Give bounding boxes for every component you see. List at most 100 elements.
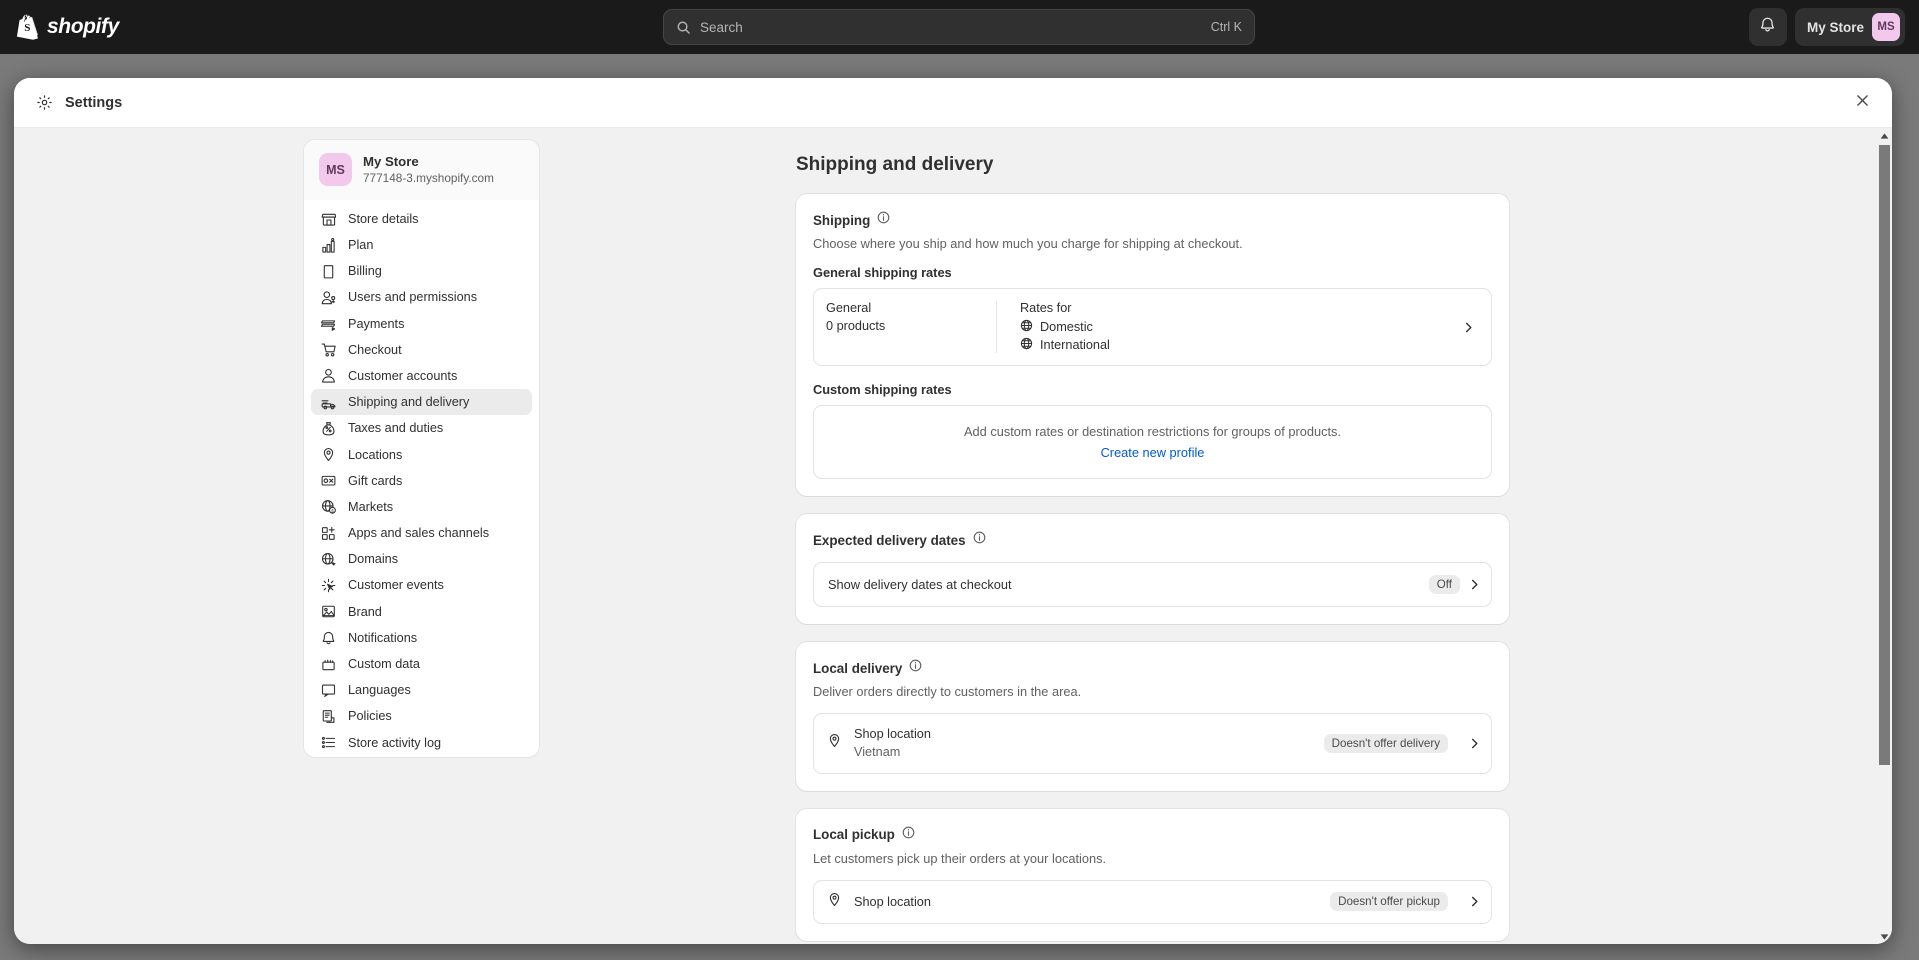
users-icon (320, 289, 337, 306)
close-icon (1856, 94, 1869, 112)
local-pickup-location-text: Shop location (854, 893, 1318, 911)
sidebar-item-locations[interactable]: Locations (311, 441, 532, 467)
main-scrollbar[interactable] (1877, 128, 1892, 944)
sidebar-item-domains[interactable]: Domains (311, 546, 532, 572)
rate-region-international: International (1020, 337, 1462, 353)
sidebar-item-label: Brand (348, 604, 382, 619)
search-box[interactable]: Search Ctrl K (663, 9, 1255, 45)
scroll-up-arrow-icon[interactable] (1877, 128, 1892, 143)
local-pickup-box: Shop location Doesn't offer pickup (813, 879, 1492, 924)
sidebar-item-taxes-and-duties[interactable]: Taxes and duties (311, 415, 532, 441)
sidebar-item-label: Notifications (348, 630, 418, 645)
info-icon[interactable] (973, 531, 986, 549)
store-menu-label: My Store (1806, 19, 1864, 35)
local-delivery-heading: Local delivery (813, 659, 1492, 677)
sidebar-item-label: Checkout (348, 342, 402, 357)
local-pickup-location-row[interactable]: Shop location Doesn't offer pickup (814, 881, 1491, 923)
sidebar-item-label: Gift cards (348, 473, 403, 488)
sidebar-item-markets[interactable]: $ Markets (311, 494, 532, 520)
rates-for-label: Rates for (1020, 301, 1072, 315)
local-pickup-title: Local pickup (813, 827, 895, 843)
chevron-right-icon[interactable] (1468, 895, 1481, 908)
globe-icon (1020, 319, 1033, 335)
chevron-right-icon[interactable] (1468, 737, 1481, 750)
local-delivery-location-row[interactable]: Shop location Vietnam Doesn't offer deli… (814, 714, 1491, 773)
show-delivery-dates-row[interactable]: Show delivery dates at checkout Off (814, 563, 1491, 606)
page-title: Settings (65, 94, 123, 111)
general-profile-products: 0 products (826, 319, 886, 333)
expected-delivery-heading: Expected delivery dates (813, 531, 1492, 549)
rate-region-label: International (1040, 338, 1110, 352)
store-name: My Store (363, 154, 419, 169)
sidebar-item-customer-events[interactable]: Customer events (311, 572, 532, 598)
expected-delivery-title: Expected delivery dates (813, 532, 966, 548)
store-menu-button[interactable]: My Store MS (1794, 8, 1905, 46)
shipping-heading: Shipping (813, 211, 1492, 229)
create-new-profile-link[interactable]: Create new profile (826, 445, 1479, 460)
sidebar-item-store-details[interactable]: Store details (311, 206, 532, 232)
store-icon (320, 210, 337, 227)
svg-text:$: $ (327, 268, 331, 275)
sidebar-item-store-activity-log[interactable]: Store activity log (311, 729, 532, 755)
avatar: MS (1872, 13, 1900, 41)
local-pickup-card: Local pickup Let customers pick up their… (796, 808, 1509, 941)
scroll-down-arrow-icon[interactable] (1877, 929, 1892, 944)
sidebar-item-customer-accounts[interactable]: Customer accounts (311, 363, 532, 389)
sidebar-item-label: Billing (348, 264, 382, 279)
sidebar-item-notifications[interactable]: Notifications (311, 625, 532, 651)
general-shipping-rates-box: General 0 products Rates for Domestic In… (813, 288, 1492, 366)
general-profile-info: General 0 products (814, 301, 996, 353)
customer-events-icon (320, 577, 337, 594)
sidebar-item-languages[interactable]: A文 Languages (311, 677, 532, 703)
delivery-truck-icon (320, 394, 337, 411)
store-url: 777148-3.myshopify.com (363, 170, 494, 185)
sidebar-item-shipping-and-delivery[interactable]: Shipping and delivery (311, 389, 532, 416)
info-icon[interactable] (909, 659, 922, 677)
scrollbar-thumb[interactable] (1879, 145, 1890, 765)
bell-icon (1759, 16, 1776, 38)
billing-icon: $ (320, 263, 337, 280)
sidebar-item-label: Store details (348, 211, 419, 226)
close-button[interactable] (1848, 89, 1876, 117)
notifications-button[interactable] (1748, 8, 1787, 46)
brand-icon (320, 603, 337, 620)
location-country: Vietnam (854, 745, 901, 760)
domain-globe-icon (320, 551, 337, 568)
avatar: MS (319, 153, 352, 187)
sidebar-item-billing[interactable]: $ Billing (311, 258, 532, 284)
sidebar-item-label: Policies (348, 709, 392, 724)
sidebar-item-checkout[interactable]: Checkout (311, 337, 532, 363)
sidebar-store-card[interactable]: MS My Store 777148-3.myshopify.com (304, 140, 539, 200)
info-icon[interactable] (877, 211, 890, 229)
settings-modal-body: MS My Store 777148-3.myshopify.com Store… (14, 128, 1892, 944)
sidebar-item-custom-data[interactable]: Custom data (311, 651, 532, 677)
svg-text:A文: A文 (324, 685, 334, 693)
sidebar-item-label: Shipping and delivery (348, 395, 470, 410)
general-profile-chevron[interactable] (1462, 301, 1479, 353)
sidebar-item-gift-cards[interactable]: Gift cards (311, 468, 532, 494)
sidebar-item-plan[interactable]: Plan (311, 232, 532, 258)
expected-delivery-box: Show delivery dates at checkout Off (813, 562, 1492, 607)
shipping-description: Choose where you ship and how much you c… (813, 236, 1243, 251)
sidebar-item-policies[interactable]: Policies (311, 703, 532, 729)
chevron-right-icon[interactable] (1468, 578, 1481, 591)
local-delivery-location-text: Shop location Vietnam (854, 725, 1312, 762)
sidebar-item-label: Taxes and duties (348, 421, 444, 436)
custom-shipping-rates-label: Custom shipping rates (813, 382, 952, 397)
sidebar-item-label: Payments (348, 316, 405, 331)
general-profile-name: General (826, 301, 872, 315)
info-icon[interactable] (902, 826, 915, 844)
sidebar-item-payments[interactable]: Payments (311, 310, 532, 336)
general-profile-rates: Rates for Domestic International (996, 301, 1462, 353)
sidebar-item-users-and-permissions[interactable]: Users and permissions (311, 284, 532, 310)
location-pin-icon (827, 733, 842, 753)
sidebar-item-brand[interactable]: Brand (311, 599, 532, 625)
global-search[interactable]: Search Ctrl K (663, 9, 1255, 45)
search-shortcut: Ctrl K (1210, 20, 1242, 34)
sidebar-item-apps-and-sales-channels[interactable]: Apps and sales channels (311, 520, 532, 546)
settings-main-scroll: Shipping and delivery Shipping Choose wh… (539, 128, 1892, 944)
local-delivery-title: Local delivery (813, 660, 903, 676)
general-profile-row[interactable]: General 0 products Rates for Domestic In… (814, 289, 1491, 365)
shopify-logo[interactable]: S shopify (16, 14, 119, 41)
status-badge: Doesn't offer pickup (1330, 892, 1448, 912)
